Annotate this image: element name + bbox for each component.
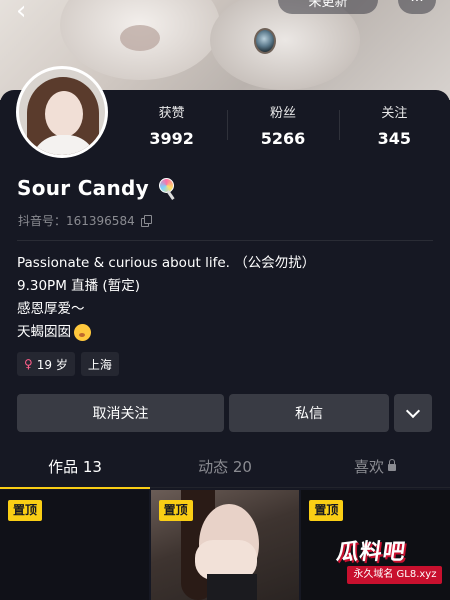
bio-line-with-emoji: 天蝎囡囡 — [17, 321, 315, 344]
tab-activity[interactable]: 动态 20 — [150, 452, 300, 487]
cover-detail — [120, 25, 160, 51]
shushing-face-emoji-icon — [74, 324, 91, 341]
age-label: 19 岁 — [36, 357, 68, 372]
watermark-logo: 瓜料吧 — [335, 540, 408, 565]
location-label: 上海 — [87, 357, 112, 372]
divider — [17, 240, 433, 241]
video-thumbnail[interactable]: 置顶 瓜料吧 永久域名 GL8.xyz — [301, 490, 450, 600]
content-tabs: 作品 13 动态 20 喜欢 — [0, 452, 450, 489]
video-thumbnail[interactable]: 置顶 — [0, 490, 149, 600]
tab-works[interactable]: 作品 13 — [0, 452, 150, 489]
profile-tags: ♀ 19 岁 上海 — [17, 352, 119, 376]
douyin-id: 抖音号：161396584 — [18, 212, 153, 229]
douyin-id-text: 抖音号：161396584 — [18, 214, 135, 228]
female-icon: ♀ — [24, 357, 33, 371]
profile-bio: Passionate & curious about life. （公会勿扰） … — [17, 252, 315, 344]
tab-label: 动态 20 — [198, 458, 252, 476]
thumb-detail — [206, 574, 257, 600]
stat-value: 3992 — [149, 129, 194, 148]
profile-actions: 取消关注 私信 — [17, 394, 432, 432]
back-icon[interactable]: ‹ — [16, 0, 26, 26]
update-status-pill[interactable]: 未更新 — [278, 0, 378, 14]
pinned-badge: 置顶 — [309, 500, 344, 521]
unfollow-button[interactable]: 取消关注 — [17, 394, 224, 432]
profile-name: Sour Candy — [17, 176, 149, 200]
avatar[interactable] — [16, 66, 108, 158]
chevron-down-icon — [405, 403, 421, 419]
pinned-badge: 置顶 — [8, 500, 43, 521]
location-tag: 上海 — [80, 352, 119, 376]
stat-following[interactable]: 关注 345 — [338, 102, 450, 148]
age-tag: ♀ 19 岁 — [17, 352, 75, 376]
bio-line: 9.30PM 直播 (暂定) — [17, 278, 140, 294]
bio-line: 感恩厚爱～ — [17, 301, 85, 317]
watermark-site: 永久域名 GL8.xyz — [347, 566, 443, 584]
expand-button[interactable] — [394, 394, 432, 432]
message-button[interactable]: 私信 — [229, 394, 389, 432]
stat-label: 获赞 — [158, 106, 185, 121]
tab-likes[interactable]: 喜欢 — [300, 452, 450, 487]
stat-value: 5266 — [260, 129, 306, 148]
tab-label: 喜欢 — [353, 458, 384, 476]
tab-label: 作品 13 — [48, 458, 102, 476]
bio-line: 天蝎囡囡 — [17, 324, 71, 340]
pinned-badge: 置顶 — [158, 500, 193, 521]
bio-line: Passionate & curious about life. （公会勿扰） — [17, 255, 316, 271]
stat-likes[interactable]: 获赞 3992 — [116, 102, 227, 148]
more-options-icon[interactable]: ··· — [398, 0, 436, 14]
lollipop-icon — [157, 177, 179, 200]
video-thumbnail[interactable]: 置顶 — [150, 490, 300, 600]
lock-icon — [388, 459, 396, 471]
profile-stats: 获赞 3992 粉丝 5266 关注 345 — [116, 102, 450, 148]
stat-value: 345 — [377, 129, 412, 148]
profile-name-row: Sour Candy — [17, 176, 179, 200]
video-grid: 置顶 置顶 置顶 瓜料吧 永久域名 GL8.xyz — [0, 490, 450, 600]
copy-icon[interactable] — [140, 214, 153, 227]
stat-followers[interactable]: 粉丝 5266 — [227, 102, 338, 148]
stat-label: 关注 — [381, 106, 408, 121]
stat-label: 粉丝 — [269, 106, 296, 121]
avatar-face — [45, 91, 83, 137]
cover-eye — [254, 28, 276, 54]
